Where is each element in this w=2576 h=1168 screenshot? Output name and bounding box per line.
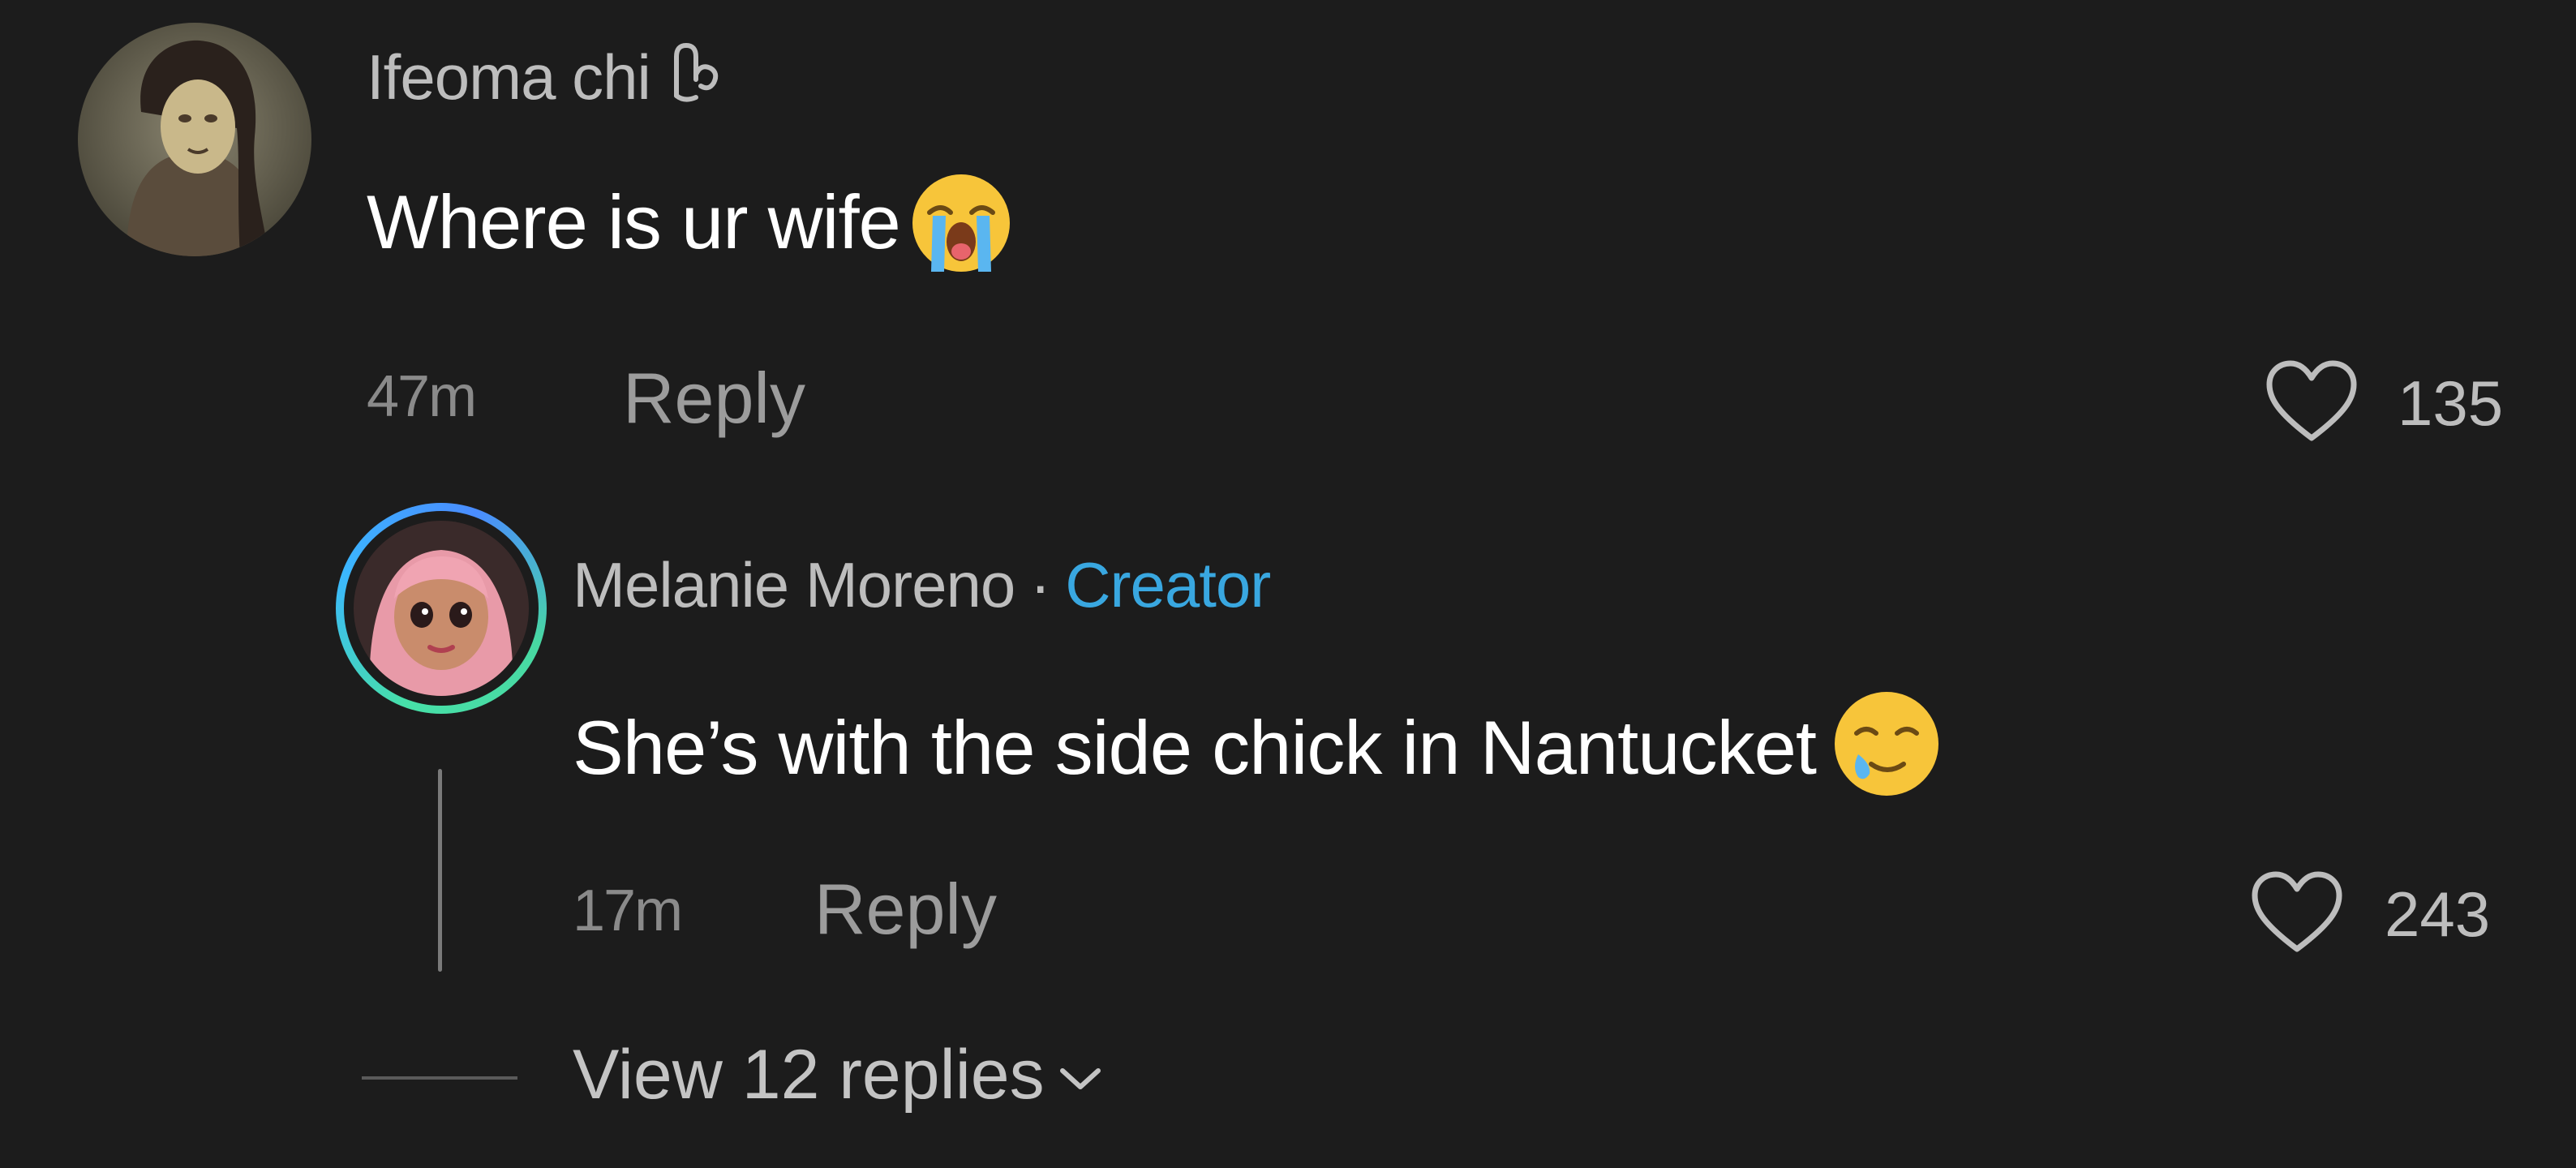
reply-like-button[interactable] — [2248, 868, 2346, 957]
thread-line — [438, 769, 442, 972]
loudly-crying-face-icon — [912, 174, 1011, 272]
reply-header: Melanie Moreno · Creator — [573, 548, 1271, 622]
comment-time: 47m — [367, 364, 477, 429]
heart-icon[interactable] — [2263, 357, 2360, 446]
avatar-image — [78, 23, 311, 256]
reply-like-count: 243 — [2385, 878, 2490, 951]
reply-text: She’s with the side chick in Nantucket — [573, 705, 1817, 790]
like-count: 135 — [2398, 367, 2503, 440]
comment-body: Where is ur wife — [367, 170, 1014, 276]
reply-reply-button-label[interactable]: Reply — [814, 869, 997, 949]
smiling-face-with-tear-icon — [1835, 692, 1939, 796]
heart-icon[interactable] — [2248, 868, 2346, 957]
comment-text: Where is ur wife — [367, 179, 901, 264]
reply-reply-button[interactable]: Reply — [814, 868, 997, 951]
doll-avatar-icon — [354, 521, 529, 696]
like-button[interactable] — [2263, 357, 2360, 446]
avatar[interactable] — [78, 23, 311, 256]
creator-avatar-frame — [344, 511, 539, 706]
comment-header: Ifeoma chi — [367, 39, 725, 114]
reply-button-label[interactable]: Reply — [623, 358, 805, 438]
view-replies-line — [362, 1076, 517, 1080]
reply-like-count-value: 243 — [2385, 878, 2491, 950]
creator-badge: Creator — [1065, 549, 1271, 620]
comment-username[interactable]: Ifeoma chi — [367, 41, 651, 113]
edited-icon — [674, 42, 719, 102]
reply-meta: 17m — [573, 878, 683, 944]
chevron-down-icon[interactable] — [1056, 1063, 1105, 1095]
view-replies-button[interactable]: View 12 replies — [573, 1035, 1105, 1115]
creator-avatar-image — [354, 521, 529, 696]
reply-username[interactable]: Melanie Moreno — [573, 549, 1015, 620]
creator-avatar[interactable] — [336, 503, 547, 714]
reply-separator: · — [1029, 549, 1051, 620]
reply-button[interactable]: Reply — [623, 357, 805, 440]
reply-time: 17m — [573, 878, 683, 943]
reply-body: She’s with the side chick in Nantucket — [573, 686, 1944, 801]
view-replies-label[interactable]: View 12 replies — [573, 1036, 1045, 1114]
comment-meta: 47m — [367, 363, 477, 430]
like-count-value: 135 — [2398, 367, 2504, 439]
